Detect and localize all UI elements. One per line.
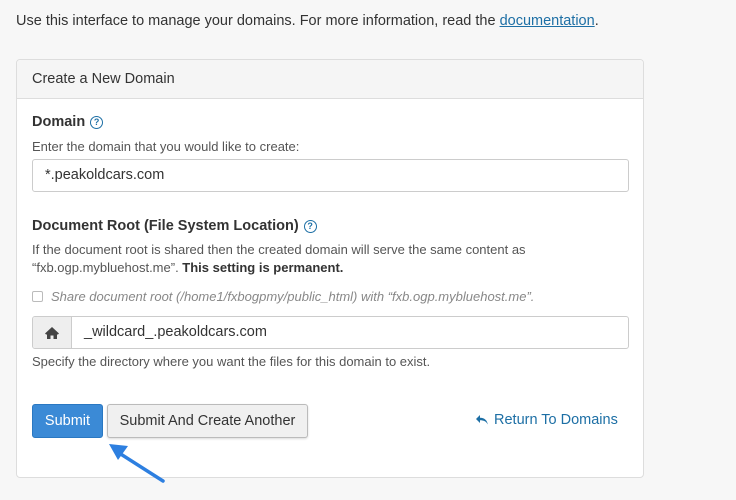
intro-text: Use this interface to manage your domain… xyxy=(16,11,599,31)
documentation-link[interactable]: documentation xyxy=(500,13,595,29)
return-to-domains-link[interactable]: Return To Domains xyxy=(475,412,618,428)
home-icon xyxy=(33,317,72,348)
docroot-label-row: Document Root (File System Location) ? xyxy=(32,218,317,234)
domain-label-row: Domain ? xyxy=(32,114,104,130)
share-docroot-label: Share document root (/home1/fxbogpmy/pub… xyxy=(51,289,535,304)
docroot-help-icon[interactable]: ? xyxy=(303,219,317,233)
docroot-label: Document Root (File System Location) xyxy=(32,218,299,234)
share-docroot-row: Share document root (/home1/fxbogpmy/pub… xyxy=(32,289,534,304)
domain-help-icon[interactable]: ? xyxy=(90,115,104,129)
docroot-description: If the document root is shared then the … xyxy=(32,241,622,277)
return-to-domains-label: Return To Domains xyxy=(494,412,618,428)
docroot-permanent-note: This setting is permanent. xyxy=(182,260,344,275)
docroot-input-group: _wildcard_.peakoldcars.com xyxy=(32,316,629,349)
return-arrow-icon xyxy=(476,415,488,425)
docroot-hint: Specify the directory where you want the… xyxy=(32,354,431,369)
domain-input[interactable]: *.peakoldcars.com xyxy=(32,159,629,192)
intro-text-suffix: . xyxy=(594,13,599,29)
share-docroot-checkbox[interactable] xyxy=(32,291,43,302)
panel-heading: Create a New Domain xyxy=(17,60,643,99)
docroot-input[interactable]: _wildcard_.peakoldcars.com xyxy=(72,317,628,348)
domain-label: Domain xyxy=(32,114,86,130)
submit-and-create-another-button[interactable]: Submit And Create Another xyxy=(107,404,308,438)
domain-hint: Enter the domain that you would like to … xyxy=(32,139,300,154)
submit-button[interactable]: Submit xyxy=(32,404,103,438)
intro-text-body: Use this interface to manage your domain… xyxy=(16,13,500,29)
create-domain-panel: Create a New Domain Domain ? Enter the d… xyxy=(16,59,644,478)
